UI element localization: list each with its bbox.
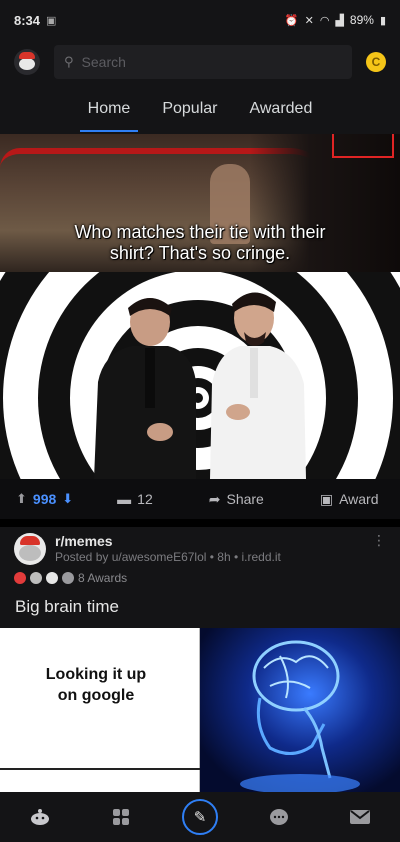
post-image-spiral[interactable] bbox=[0, 272, 400, 479]
notification-icon: ▣ bbox=[46, 14, 57, 27]
search-input[interactable] bbox=[81, 54, 302, 70]
post-video-frame[interactable]: Who matches their tie with their shirt? … bbox=[0, 134, 400, 272]
coin-icon[interactable]: C bbox=[366, 52, 386, 72]
comment-button[interactable]: ▬ 12 bbox=[117, 491, 153, 507]
coin-label: C bbox=[371, 55, 381, 69]
share-label: Share bbox=[226, 491, 264, 507]
subreddit-avatar-hat bbox=[20, 536, 40, 545]
alarm-icon: ⏰ bbox=[284, 14, 299, 27]
signal-icon: ▟ bbox=[335, 14, 344, 27]
share-icon: ➦ bbox=[208, 490, 221, 507]
battery-icon: ▮ bbox=[379, 14, 386, 27]
post-divider bbox=[0, 519, 400, 527]
snoo-avatar-icon[interactable] bbox=[14, 49, 40, 75]
chat-icon[interactable] bbox=[259, 797, 299, 837]
subreddit-name[interactable]: r/memes bbox=[55, 533, 113, 549]
mute-icon: ✕ bbox=[304, 14, 314, 27]
caption-line-1: Who matches their tie with their bbox=[74, 222, 326, 242]
subreddit-avatar-face bbox=[19, 545, 41, 561]
post-card[interactable]: r/memes Posted by u/awesomeE67lol • 8h •… bbox=[0, 527, 400, 628]
awards-count: 8 Awards bbox=[78, 571, 128, 585]
video-caption: Who matches their tie with their shirt? … bbox=[0, 222, 400, 264]
red-sign bbox=[332, 134, 394, 158]
post-meta: Posted by u/awesomeE67lol • 8h • i.redd.… bbox=[55, 550, 281, 564]
award-icon bbox=[62, 572, 74, 584]
inbox-icon[interactable] bbox=[340, 797, 380, 837]
meme-right-panel bbox=[200, 628, 400, 792]
award-button[interactable]: ▣ Award bbox=[320, 491, 379, 508]
wifi-icon: ◠ bbox=[319, 14, 330, 27]
search-icon: ⚲ bbox=[64, 54, 74, 69]
meme-left-panel: Looking it up on google bbox=[0, 628, 200, 792]
caption-line-2: shirt? That's so cringe. bbox=[109, 243, 291, 263]
awards-row: 8 Awards bbox=[14, 571, 127, 585]
award-icon bbox=[30, 572, 42, 584]
meme-caption: Looking it up on google bbox=[45, 666, 147, 704]
award-icon bbox=[14, 572, 26, 584]
bottom-navigation: ✎ bbox=[0, 792, 400, 842]
vote-count: 998 bbox=[32, 491, 57, 507]
avatar-face bbox=[19, 58, 35, 70]
create-post-icon[interactable]: ✎ bbox=[181, 799, 218, 835]
app-header: ⚲ C bbox=[0, 40, 400, 84]
award-icon bbox=[46, 572, 58, 584]
meme-panel-line bbox=[0, 768, 200, 770]
tab-popular[interactable]: Popular bbox=[158, 92, 221, 126]
arrow-down-icon[interactable]: ⬇ bbox=[62, 491, 73, 507]
comment-icon: ▬ bbox=[117, 491, 132, 507]
brain-xray-svg bbox=[240, 640, 360, 792]
post-action-bar: ⬆ 998 ⬇ ▬ 12 ➦ Share ▣ Award bbox=[0, 479, 400, 519]
comment-count: 12 bbox=[137, 491, 153, 507]
clock: 8:34 bbox=[14, 12, 41, 28]
home-icon[interactable] bbox=[20, 797, 60, 837]
share-button[interactable]: ➦ Share bbox=[209, 491, 264, 508]
feed-tabs: Home Popular Awarded bbox=[0, 84, 400, 134]
gift-icon: ▣ bbox=[319, 490, 334, 507]
spiral-svg bbox=[0, 272, 400, 479]
vote-group: ⬆ 998 ⬇ bbox=[16, 491, 73, 507]
avatar-hat bbox=[19, 52, 35, 59]
post-image-meme[interactable]: Looking it up on google bbox=[0, 628, 400, 792]
status-bar: 8:34 ▣ ⏰ ✕ ◠ ▟ 89% ▮ bbox=[0, 0, 400, 40]
award-label: Award bbox=[339, 491, 379, 507]
more-vertical-icon[interactable]: ⋮ bbox=[372, 533, 386, 547]
tab-awarded[interactable]: Awarded bbox=[245, 92, 316, 126]
arrow-up-icon[interactable]: ⬆ bbox=[16, 491, 27, 507]
subreddit-avatar[interactable] bbox=[14, 533, 46, 565]
search-bar[interactable]: ⚲ bbox=[54, 45, 352, 79]
post-title[interactable]: Big brain time bbox=[15, 597, 119, 617]
status-icons: ⏰ ✕ ◠ ▟ 89% ▮ bbox=[285, 13, 386, 27]
tab-home[interactable]: Home bbox=[79, 92, 138, 132]
communities-icon[interactable] bbox=[101, 797, 141, 837]
battery-level: 89% bbox=[349, 13, 374, 27]
